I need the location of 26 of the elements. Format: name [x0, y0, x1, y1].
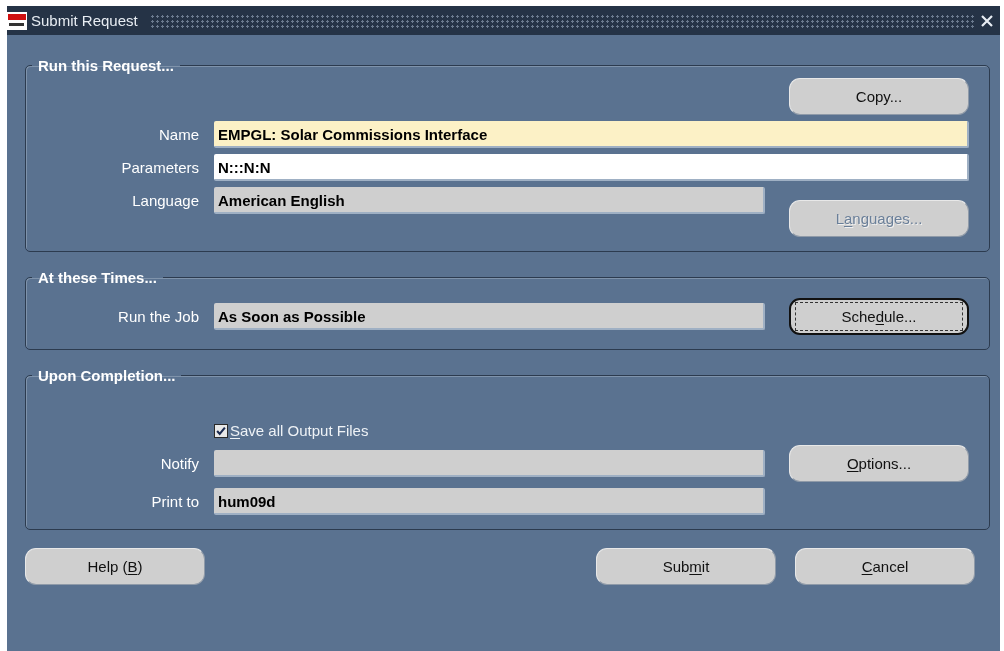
dialog-button[interactable]: Copy... — [789, 78, 969, 115]
dialog-button[interactable]: Schedule... — [789, 298, 969, 335]
input-field[interactable]: hum09d — [214, 488, 765, 515]
checkbox[interactable] — [214, 423, 228, 438]
dialog-button[interactable]: Cancel — [795, 548, 975, 585]
field-label: Print to — [150, 493, 200, 510]
group-title: At these Times... — [37, 269, 158, 286]
dialog-button[interactable]: Help (B) — [25, 548, 205, 585]
dialog-button[interactable]: Options... — [789, 445, 969, 482]
group-title: Upon Completion... — [37, 367, 177, 384]
input-field[interactable]: As Soon as Possible — [214, 303, 765, 330]
input-field[interactable]: N:::N:N — [214, 154, 969, 181]
app-icon — [7, 11, 27, 30]
field-label: Run the Job — [117, 308, 200, 325]
close-icon[interactable] — [980, 13, 994, 28]
field-label: Name — [158, 126, 200, 143]
input-field[interactable]: American English — [214, 187, 765, 214]
checkbox-label[interactable]: Save all Output Files — [230, 422, 369, 439]
group-title: Run this Request... — [37, 57, 175, 74]
dialog-button[interactable]: Submit — [596, 548, 776, 585]
input-field[interactable] — [214, 450, 765, 477]
field-label: Notify — [159, 455, 200, 472]
field-label: Parameters — [120, 159, 200, 176]
field-label: Language — [131, 192, 200, 209]
input-field[interactable]: EMPGL: Solar Commissions Interface — [214, 121, 969, 148]
window-title: Submit Request — [31, 12, 139, 29]
